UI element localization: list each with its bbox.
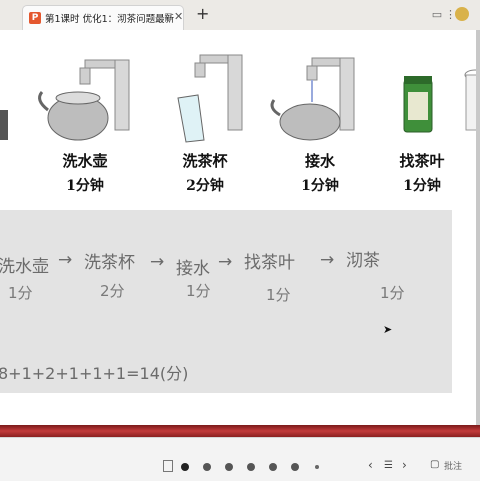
hw-equation: 8+1+2+1+1+1=14(分) (0, 364, 189, 383)
hw-arrow: → (58, 250, 73, 270)
page-dot[interactable] (181, 463, 189, 471)
page-dot[interactable] (291, 463, 299, 471)
step-label: 洗茶杯 (182, 152, 228, 170)
hw-time: 1分 (380, 284, 405, 302)
step-time: 2分钟 (186, 178, 224, 194)
page-dot[interactable] (269, 463, 277, 471)
partial-teapot-image (0, 110, 8, 140)
step-1: 洗水壶 1分钟 (50, 150, 120, 195)
hw-task: 找茶叶 (244, 253, 295, 273)
close-icon[interactable]: ✕ (174, 10, 183, 23)
hw-arrow: → (218, 252, 233, 272)
layout-icon[interactable]: ▭ (430, 8, 444, 21)
step-label: 接水 (304, 152, 335, 170)
presentation-app-icon: P (29, 12, 41, 24)
comment-icon[interactable]: ▢ (430, 459, 439, 470)
hw-time: 1分 (8, 284, 33, 302)
window-icon[interactable]: ⋮ (445, 8, 456, 21)
hw-time: 1分 (266, 286, 291, 304)
hw-time: 1分 (186, 282, 211, 300)
step-2: 洗茶杯 2分钟 (170, 150, 240, 195)
illustrations (0, 54, 480, 143)
hw-task: 沏茶 (346, 251, 380, 271)
prev-page-button[interactable]: ‹ (368, 458, 373, 472)
step-label: 洗水壶 (62, 152, 108, 170)
player-controls: ‹ ☰ › ▢ 批注 (0, 437, 480, 481)
avatar[interactable] (455, 7, 469, 21)
comment-label[interactable]: 批注 (444, 459, 462, 472)
page-dot[interactable] (247, 463, 255, 471)
page-dot[interactable] (203, 463, 211, 471)
step-time: 1分钟 (403, 178, 441, 194)
hw-arrow: → (320, 250, 335, 270)
document-tab[interactable]: P 第1课时 优化1：沏茶问题最新 ▢ ✕ (22, 5, 184, 31)
slide-canvas: 洗水壶 1分钟 洗茶杯 2分钟 接水 1分钟 找茶叶 1分钟 洗水壶 → 洗茶杯… (0, 30, 480, 425)
page-dot[interactable] (225, 463, 233, 471)
hw-arrow: → (150, 252, 165, 272)
step-time: 1分钟 (66, 178, 104, 194)
kettle-under-faucet-image (38, 59, 130, 141)
kettle-filling-image (270, 57, 355, 141)
pin-icon[interactable]: ▢ (164, 12, 173, 22)
hw-task: 洗水壶 (0, 257, 49, 277)
hw-task: 洗茶杯 (84, 253, 135, 273)
step-label: 找茶叶 (399, 152, 445, 170)
step-4: 找茶叶 1分钟 (387, 150, 457, 195)
hw-time: 2分 (100, 282, 125, 300)
new-tab-plus-icon[interactable]: + (196, 5, 209, 23)
next-page-button[interactable]: › (402, 458, 407, 472)
list-icon[interactable]: ☰ (384, 460, 393, 471)
hw-task: 接水 (176, 259, 210, 279)
handwriting-board: 洗水壶 → 洗茶杯 → 接水 → 找茶叶 → 沏茶 1分 2分 1分 1分 1分… (0, 210, 452, 393)
tab-title: 第1课时 优化1：沏茶问题最新 (45, 14, 175, 25)
slide-thumbnail-icon[interactable] (163, 460, 173, 472)
mouse-cursor-icon: ➤ (383, 323, 393, 336)
step-time: 1分钟 (301, 178, 339, 194)
slide-footer-band (0, 425, 480, 437)
step-3: 接水 1分钟 (285, 150, 355, 195)
page-dot-small[interactable] (315, 465, 319, 469)
glass-under-faucet-image (177, 54, 243, 143)
tea-tin-image (403, 76, 433, 133)
scrollbar[interactable] (476, 30, 480, 425)
tab-bar: P 第1课时 优化1：沏茶问题最新 ▢ ✕ + ▭ ⋮ (0, 0, 480, 31)
